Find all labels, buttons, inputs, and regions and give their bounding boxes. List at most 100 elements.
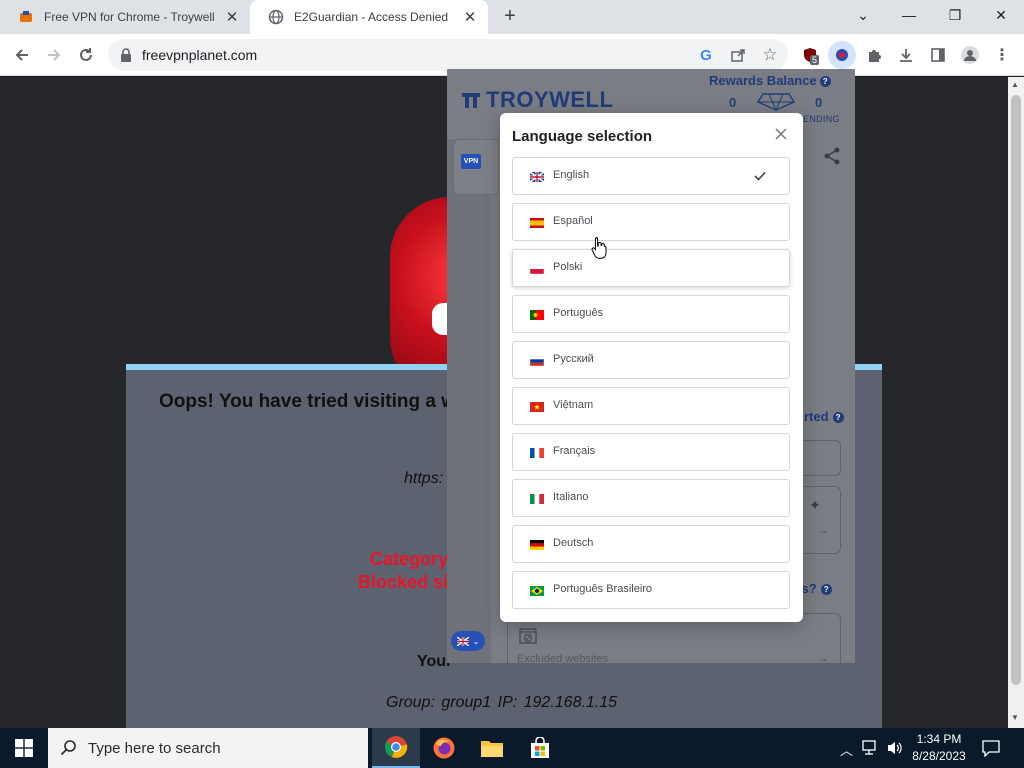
tab-title: E2Guardian - Access Denied [294,10,449,24]
language-option-polski[interactable]: Polski [512,249,790,287]
taskbar-store[interactable] [516,728,564,768]
kebab-menu-icon: ⋮ [994,47,1010,64]
vpn-badge: VPN [461,154,481,169]
share-network-icon[interactable] [823,147,841,165]
scroll-down-icon[interactable]: ▼ [1011,713,1019,722]
started-label: rted [804,409,829,424]
get-started-link[interactable]: rted? [804,409,844,424]
tab-title: Free VPN for Chrome - Troywell [44,10,215,24]
taskbar-clock[interactable]: 1:34 PM 8/28/2023 [906,731,972,765]
extension-badge: 5 [810,55,820,65]
language-name: Español [553,215,593,227]
tab-search-button[interactable]: ⌄ [840,0,886,30]
arrow-right-icon: → [817,651,829,663]
modal-title: Language selection [512,128,653,145]
scrollbar-thumb[interactable] [1011,95,1021,685]
language-selection-modal: Language selection English Español Polsk… [500,113,803,622]
close-window-button[interactable]: ✕ [978,0,1024,30]
chevron-up-icon[interactable]: ︿ [840,740,853,759]
search-placeholder: Type here to search [88,740,221,757]
rewards-balance[interactable]: Rewards Balance? [709,73,831,88]
bookmark-button[interactable]: ☆ [756,41,784,69]
poland-flag-icon [530,264,544,274]
language-toggle[interactable]: ⌄ [451,631,485,651]
share-icon [731,49,745,62]
blocked-category: Category Blocked si [358,548,448,594]
share-page-button[interactable] [724,41,752,69]
language-option-vietnam[interactable]: Việtnam [512,387,790,425]
clock-time: 1:34 PM [916,732,962,746]
google-lens-button[interactable]: G [692,41,720,69]
language-name: Русский [553,353,594,365]
side-panel-button[interactable] [924,41,952,69]
taskbar-firefox[interactable] [420,728,468,768]
windows-logo-icon [15,739,33,757]
tab-troywell[interactable]: Free VPN for Chrome - Troywell ✕ [0,0,250,34]
network-icon[interactable] [862,740,880,756]
diamond-icon [757,93,795,111]
blocked-url: https: [404,470,444,487]
chrome-menu-button[interactable]: ⋮ [988,41,1016,69]
taskbar-search[interactable]: Type here to search [48,728,368,768]
language-option-francais[interactable]: Français [512,433,790,471]
taskbar-file-explorer[interactable] [468,728,516,768]
puzzle-icon [869,50,881,62]
info-icon[interactable]: ? [819,76,831,87]
new-tab-button[interactable]: + [498,4,522,28]
arrow-right-icon [48,49,61,61]
uk-flag-icon [456,636,469,646]
russia-flag-icon [530,356,544,366]
reload-button[interactable] [72,41,100,69]
popup-sidebar [447,139,491,663]
clock-date: 8/28/2023 [912,749,966,763]
scroll-up-icon[interactable]: ▲ [1011,80,1019,89]
language-option-portugues[interactable]: Português [512,295,790,333]
ublock-extension-button[interactable]: 5 [796,41,824,69]
info-icon: ? [820,584,832,595]
germany-flag-icon [530,540,544,550]
close-icon[interactable] [772,125,790,143]
info-icon: ? [832,412,844,423]
taskbar-chrome[interactable] [372,728,420,768]
troywell-extension-button[interactable] [828,41,856,69]
troywell-logo: TROYWELL [462,87,613,113]
arrow-right-icon: → [817,523,829,537]
notification-icon[interactable] [982,739,1000,757]
start-button[interactable] [0,728,48,768]
language-name: Polski [553,261,583,273]
windows-taskbar: Type here to search ︿ 1:34 PM 8/28/2023 [0,728,1024,768]
extensions-button[interactable] [860,41,888,69]
restore-button[interactable]: ❐ [932,0,978,30]
troywell-icon [836,49,848,61]
checkmark-icon [754,171,766,181]
language-option-english[interactable]: English [512,157,790,195]
downloads-button[interactable] [892,41,920,69]
group-ip-line: Group: group1 IP: 192.168.1.15 [386,694,618,711]
star-icon: ☆ [762,45,778,64]
denied-title: Oops! You have tried visiting a we [159,391,467,412]
uk-flag-icon [530,172,544,182]
back-button[interactable] [8,41,36,69]
language-option-italiano[interactable]: Italiano [512,479,790,517]
profile-button[interactable] [956,41,984,69]
language-option-espanol[interactable]: Español [512,203,790,241]
download-icon [900,49,912,62]
portugal-flag-icon [530,310,544,320]
brand-name: TROYWELL [486,87,614,112]
close-tab-icon[interactable]: ✕ [222,8,242,26]
volume-icon[interactable] [886,740,904,756]
language-option-portugues-brasileiro[interactable]: Português Brasileiro [512,571,790,609]
forward-button[interactable] [40,41,68,69]
close-tab-icon[interactable]: ✕ [460,8,480,26]
avatar-icon [961,46,979,64]
tab-e2guardian[interactable]: E2Guardian - Access Denied ✕ [250,0,488,34]
excluded-websites-icon [519,628,537,644]
brazil-flag-icon [530,586,544,596]
minimize-button[interactable]: — [886,0,932,30]
language-option-deutsch[interactable]: Deutsch [512,525,790,563]
tab-strip: Free VPN for Chrome - Troywell ✕ E2Guard… [0,0,1024,34]
chevron-down-icon: ⌄ [472,636,480,646]
language-option-russian[interactable]: Русский [512,341,790,379]
address-bar[interactable]: freevpnplanet.com [108,39,788,71]
troywell-mark-icon [462,93,480,108]
